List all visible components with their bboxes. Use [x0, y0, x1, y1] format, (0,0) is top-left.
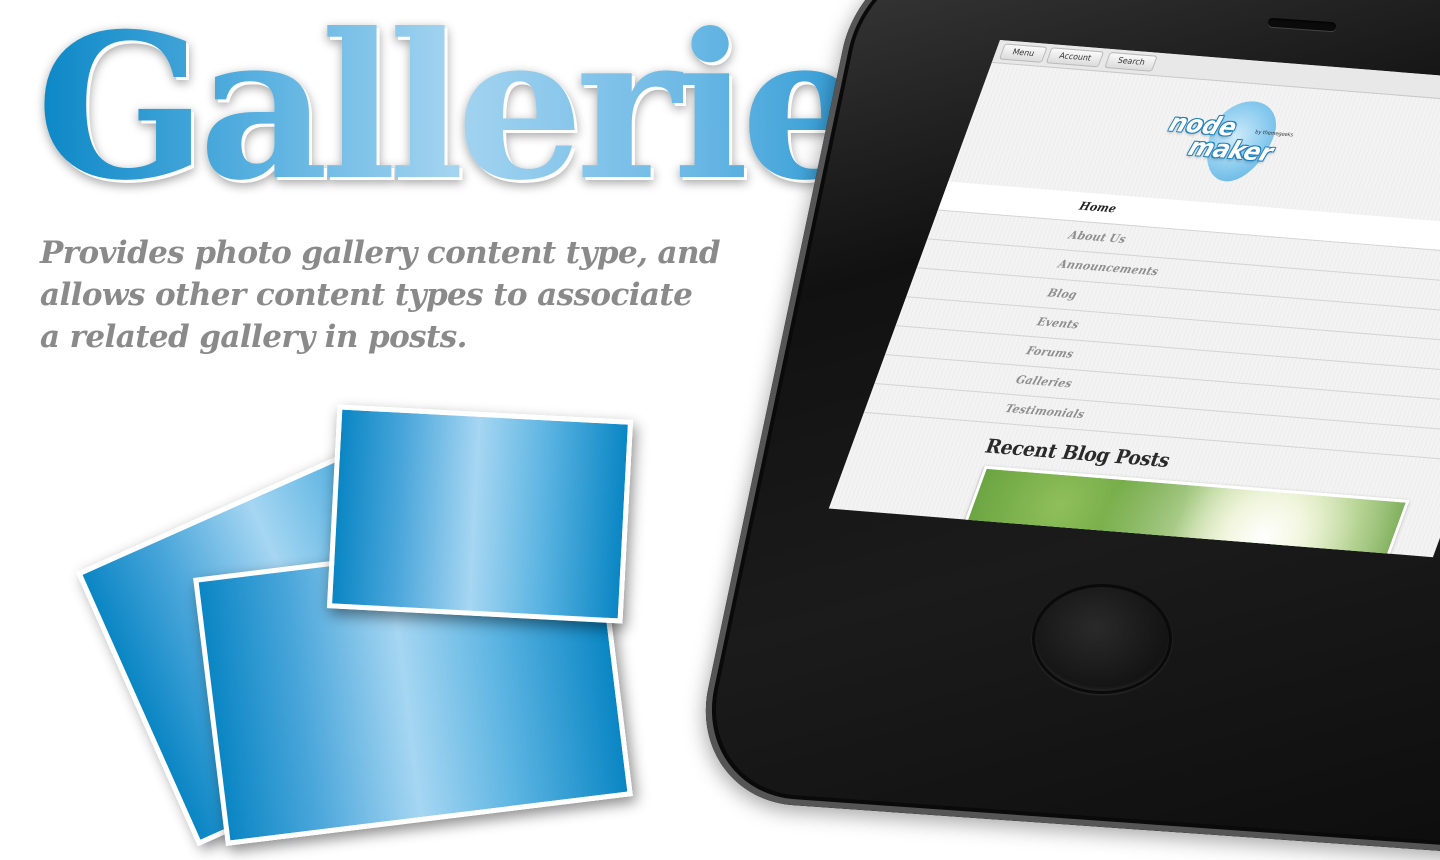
logo-line-2: maker [1184, 132, 1278, 168]
nav-item-label: Announcements [1056, 257, 1161, 279]
site-nav: Home About Us Announcements Blog Events … [863, 181, 1440, 462]
account-tab[interactable]: Account [1045, 47, 1105, 68]
nav-item-label: Blog [1045, 286, 1080, 302]
tagline: Provides photo gallery content type, and… [40, 235, 721, 355]
menu-tab[interactable]: Menu [998, 43, 1048, 63]
nav-item-label: Home [1077, 199, 1119, 216]
site-logo[interactable]: node maker by themegeeks [1151, 96, 1326, 188]
nav-item-label: Galleries [1014, 372, 1075, 391]
nav-item-label: Events [1035, 315, 1082, 332]
section-title: Recent Blog Posts [981, 435, 1174, 473]
logo-wordmark: node maker [1158, 109, 1320, 168]
nav-item-label: Testimonials [1003, 401, 1087, 422]
nav-item-label: Forums [1024, 344, 1076, 361]
phone-home-button[interactable] [1032, 584, 1172, 694]
search-tab[interactable]: Search [1104, 51, 1159, 72]
nav-item-label: About Us [1066, 228, 1128, 246]
gallery-photo-front [326, 404, 634, 624]
